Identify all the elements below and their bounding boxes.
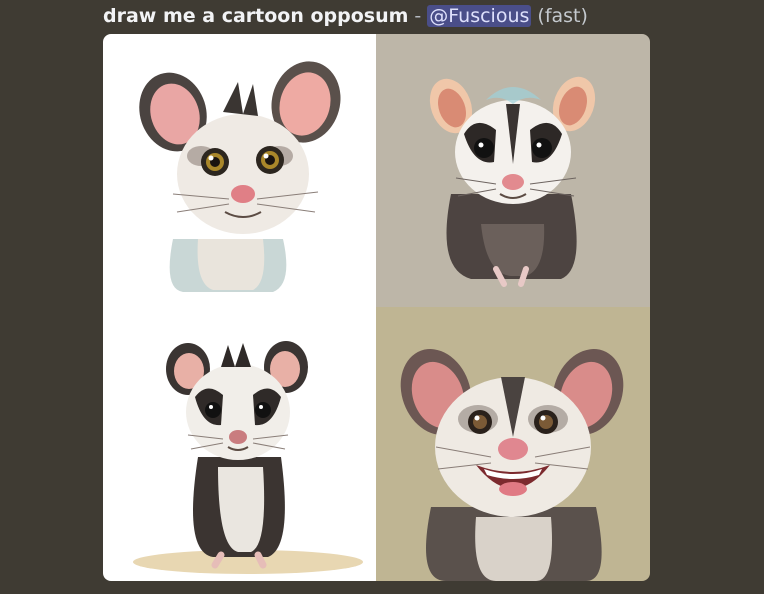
opossum-smiling-illustration (376, 307, 650, 581)
image-tile-2[interactable] (376, 34, 650, 307)
generated-image-grid[interactable] (103, 34, 650, 581)
image-tile-1[interactable] (103, 34, 376, 307)
message-header: draw me a cartoon opposum - @Fuscious (f… (103, 2, 588, 30)
prompt-text: draw me a cartoon opposum (103, 5, 409, 27)
image-tile-3[interactable] (103, 307, 376, 581)
opossum-portrait-illustration (103, 34, 376, 307)
user-mention[interactable]: @Fuscious (427, 5, 532, 27)
opossum-standing-illustration (103, 307, 376, 581)
separator: - (414, 5, 422, 27)
opossum-sitting-illustration (376, 34, 650, 307)
image-tile-4[interactable] (376, 307, 650, 581)
generation-speed: (fast) (537, 5, 588, 27)
